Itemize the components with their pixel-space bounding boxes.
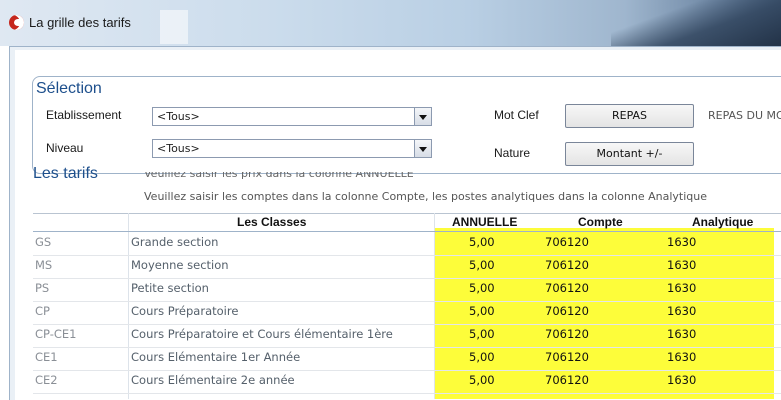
cell-compte[interactable]: 706120: [545, 235, 589, 249]
cell-code: CE1: [35, 350, 58, 364]
app-logo-icon: [9, 15, 24, 30]
cell-annuelle[interactable]: 5,00: [469, 281, 495, 295]
cell-classe: Cours Préparatoire: [131, 304, 239, 318]
selection-title: Sélection: [36, 80, 102, 97]
tarifs-title: Les tarifs: [33, 165, 98, 182]
table-row[interactable]: CE2 Cours Elémentaire 2e année 5,00 706120 1…: [33, 370, 781, 394]
table-row[interactable]: MS Moyenne section 5,00 706120 1630: [33, 255, 781, 279]
cell-annuelle[interactable]: 5,00: [469, 350, 495, 364]
cell-compte[interactable]: 706120: [545, 304, 589, 318]
table-row[interactable]: GS Grande section 5,00 706120 1630: [33, 232, 781, 256]
cell-annuelle[interactable]: 5,00: [469, 373, 495, 387]
titlebar-decoration: [611, 0, 781, 46]
cell-annuelle[interactable]: 5,00: [469, 304, 495, 318]
mot-clef-description: REPAS DU MO: [708, 109, 781, 122]
cell-compte[interactable]: 706120: [545, 373, 589, 387]
table-row[interactable]: CP-CE1 Cours Préparatoire et Cours élémen…: [33, 324, 781, 348]
cell-annuelle[interactable]: 5,00: [469, 235, 495, 249]
cell-analytique[interactable]: 1630: [667, 281, 696, 295]
cell-classe: Cours Elémentaire 2e année: [131, 373, 295, 387]
cell-code: GS: [35, 235, 52, 249]
etablissement-value: <Tous>: [157, 110, 200, 123]
niveau-select[interactable]: <Tous>: [152, 139, 432, 158]
table-row[interactable]: CP Cours Préparatoire 5,00 706120 1630: [33, 301, 781, 325]
cell-code: CE2: [35, 373, 58, 387]
etablissement-select[interactable]: <Tous>: [152, 107, 432, 126]
cell-code: MS: [35, 258, 53, 272]
hint-accounts: Veuillez saisir les comptes dans la colo…: [144, 190, 707, 203]
window-title: La grille des tarifs: [29, 15, 131, 30]
chevron-down-icon[interactable]: [414, 108, 431, 125]
cell-code: PS: [35, 281, 50, 295]
cell-analytique[interactable]: 1630: [667, 258, 696, 272]
window-titlebar: La grille des tarifs: [0, 0, 781, 46]
cell-compte[interactable]: 706120: [545, 258, 589, 272]
cell-code: CP: [35, 304, 50, 318]
nature-label: Nature: [494, 146, 531, 160]
cell-compte[interactable]: 706120: [545, 327, 589, 341]
etablissement-label: Etablissement: [46, 108, 122, 122]
cell-analytique[interactable]: 1630: [667, 304, 696, 318]
cell-compte[interactable]: 706120: [545, 350, 589, 364]
cell-analytique[interactable]: 1630: [667, 235, 696, 249]
cell-classe: Cours Préparatoire et Cours élémentaire …: [131, 327, 393, 341]
titlebar-tab: [160, 10, 188, 44]
cell-classe: Cours Elémentaire 1er Année: [131, 350, 301, 364]
table-row[interactable]: PS Petite section 5,00 706120 1630: [33, 278, 781, 302]
cell-classe: Grande section: [131, 235, 219, 249]
header-compte[interactable]: Compte: [578, 213, 623, 231]
cell-analytique[interactable]: 1630: [667, 373, 696, 387]
header-annuelle[interactable]: ANNUELLE: [452, 213, 517, 231]
mot-clef-label: Mot Clef: [494, 108, 539, 122]
cell-analytique[interactable]: 1630: [667, 327, 696, 341]
cell-annuelle[interactable]: 5,00: [469, 327, 495, 341]
mot-clef-button[interactable]: REPAS: [565, 104, 694, 128]
table-row[interactable]: CE1 Cours Elémentaire 1er Année 5,00 706120…: [33, 347, 781, 371]
cell-classe: Petite section: [131, 281, 209, 295]
header-analytique[interactable]: Analytique: [692, 213, 753, 231]
cell-annuelle[interactable]: 5,00: [469, 258, 495, 272]
cell-code: CP-CE1: [35, 327, 77, 341]
cell-classe: Moyenne section: [131, 258, 229, 272]
cell-compte[interactable]: 706120: [545, 281, 589, 295]
chevron-down-icon[interactable]: [414, 140, 431, 157]
header-classes[interactable]: Les Classes: [237, 213, 306, 231]
niveau-label: Niveau: [46, 141, 84, 155]
nature-button[interactable]: Montant +/-: [565, 142, 694, 166]
cell-analytique[interactable]: 1630: [667, 350, 696, 364]
niveau-value: <Tous>: [157, 142, 200, 155]
